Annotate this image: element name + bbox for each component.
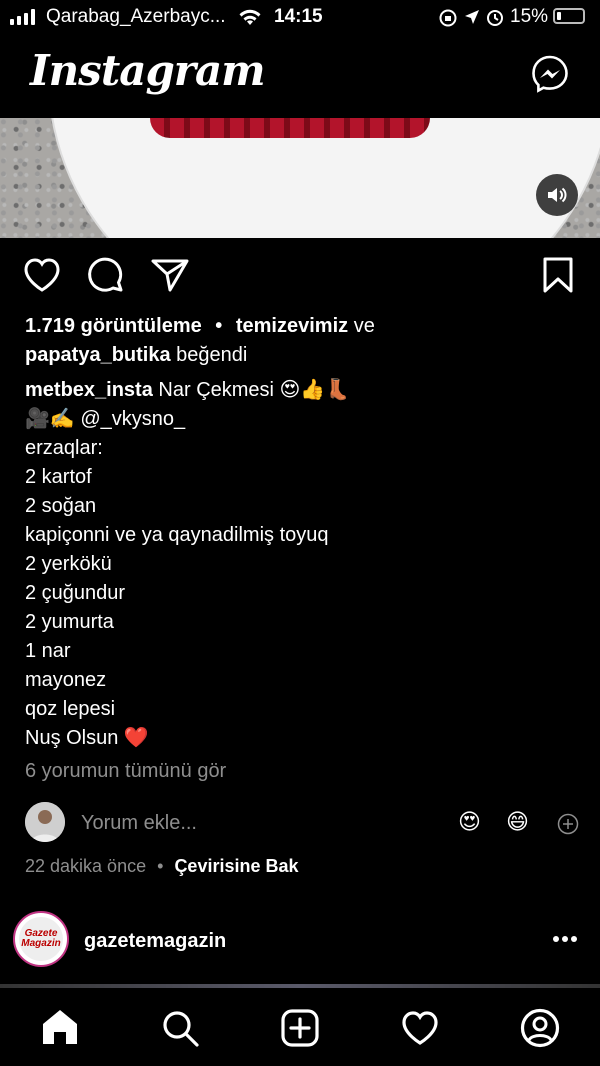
battery-icon bbox=[553, 8, 585, 24]
post-author[interactable]: metbex_insta bbox=[25, 379, 153, 401]
caption-line: qoz lepesi bbox=[25, 698, 116, 720]
alarm-icon bbox=[487, 10, 503, 26]
heart-icon[interactable] bbox=[22, 256, 62, 294]
status-bar: Qarabag_Azerbayc... 14:15 15% bbox=[0, 0, 600, 36]
pomegranate-topping bbox=[150, 118, 430, 138]
search-icon[interactable] bbox=[160, 1008, 200, 1048]
bookmark-icon[interactable] bbox=[541, 256, 575, 294]
orientation-lock-icon bbox=[439, 9, 457, 27]
activity-icon[interactable] bbox=[400, 1009, 440, 1047]
separator-dot: • bbox=[215, 315, 223, 337]
likes-summary: 1.719 görüntüleme • temizevimiz ve papat… bbox=[25, 312, 585, 370]
clock: 14:15 bbox=[274, 6, 323, 27]
caption-line: 1 nar bbox=[25, 640, 71, 662]
caption-line: Nuş Olsun ❤️ bbox=[25, 727, 149, 749]
translate-link[interactable]: Çevirisine Bak bbox=[174, 856, 298, 876]
wifi-icon bbox=[239, 9, 261, 25]
profile-icon[interactable] bbox=[520, 1008, 560, 1048]
next-post-username[interactable]: gazetemagazin bbox=[84, 927, 226, 956]
caption-line: 2 çuğundur bbox=[25, 582, 126, 604]
sound-toggle-button[interactable] bbox=[536, 174, 578, 216]
caption-line: mayonez bbox=[25, 669, 107, 691]
battery-percent: 15% bbox=[510, 6, 549, 27]
post-meta: 22 dakika önce • Çevirisine Bak bbox=[25, 856, 299, 877]
messenger-icon[interactable] bbox=[530, 54, 570, 94]
emoji-heart-eyes-button[interactable]: 😍 bbox=[458, 809, 481, 835]
next-post-media-edge bbox=[0, 984, 600, 988]
view-all-comments-link[interactable]: 6 yorumun tümünü gör bbox=[25, 757, 226, 786]
bottom-tab-bar bbox=[0, 990, 600, 1066]
more-options-icon[interactable] bbox=[552, 935, 578, 943]
view-count[interactable]: 1.719 görüntüleme bbox=[25, 315, 202, 337]
share-icon[interactable] bbox=[150, 256, 190, 294]
caption-line: kapiçonni ve ya qaynadilmiş toyuq bbox=[25, 524, 329, 546]
sound-icon bbox=[548, 187, 567, 203]
avatar bbox=[25, 802, 65, 842]
post-caption: metbex_insta Nar Çekmesi 😍👍👢 🎥✍️ @_vkysn… bbox=[25, 376, 585, 753]
signal-icon bbox=[10, 9, 40, 25]
separator-dot: • bbox=[157, 856, 164, 876]
instagram-logo: Instagram bbox=[30, 46, 266, 95]
location-icon bbox=[465, 10, 479, 24]
caption-line: 2 yerkökü bbox=[25, 553, 112, 575]
caption-title: Nar Çekmesi 😍👍👢 bbox=[158, 379, 351, 401]
and-text: ve bbox=[353, 315, 375, 337]
caption-line: 2 soğan bbox=[25, 495, 97, 517]
liked-by-user-2[interactable]: papatya_butika bbox=[25, 344, 171, 366]
next-post-avatar[interactable]: Gazete Magazin bbox=[13, 911, 69, 967]
add-icon[interactable] bbox=[280, 1008, 320, 1048]
post-media[interactable] bbox=[0, 118, 600, 238]
caption-line: 2 yumurta bbox=[25, 611, 114, 633]
add-emoji-icon[interactable] bbox=[557, 813, 579, 835]
post-time: 22 dakika önce bbox=[25, 856, 147, 876]
liked-suffix: beğendi bbox=[176, 344, 248, 366]
home-icon[interactable] bbox=[40, 1008, 80, 1046]
comment-icon[interactable] bbox=[86, 256, 126, 296]
emoji-smile-button[interactable]: 😄 bbox=[506, 809, 529, 835]
carrier-name: Qarabag_Azerbayc... bbox=[46, 6, 226, 27]
caption-line: 2 kartof bbox=[25, 466, 92, 488]
comment-input[interactable]: Yorum ekle... bbox=[81, 809, 197, 838]
avatar-logo: Gazete Magazin bbox=[19, 917, 63, 961]
liked-by-user-1[interactable]: temizevimiz bbox=[236, 315, 348, 337]
caption-credit: 🎥✍️ @_vkysno_ bbox=[25, 408, 186, 430]
caption-line: erzaqlar: bbox=[25, 437, 103, 459]
